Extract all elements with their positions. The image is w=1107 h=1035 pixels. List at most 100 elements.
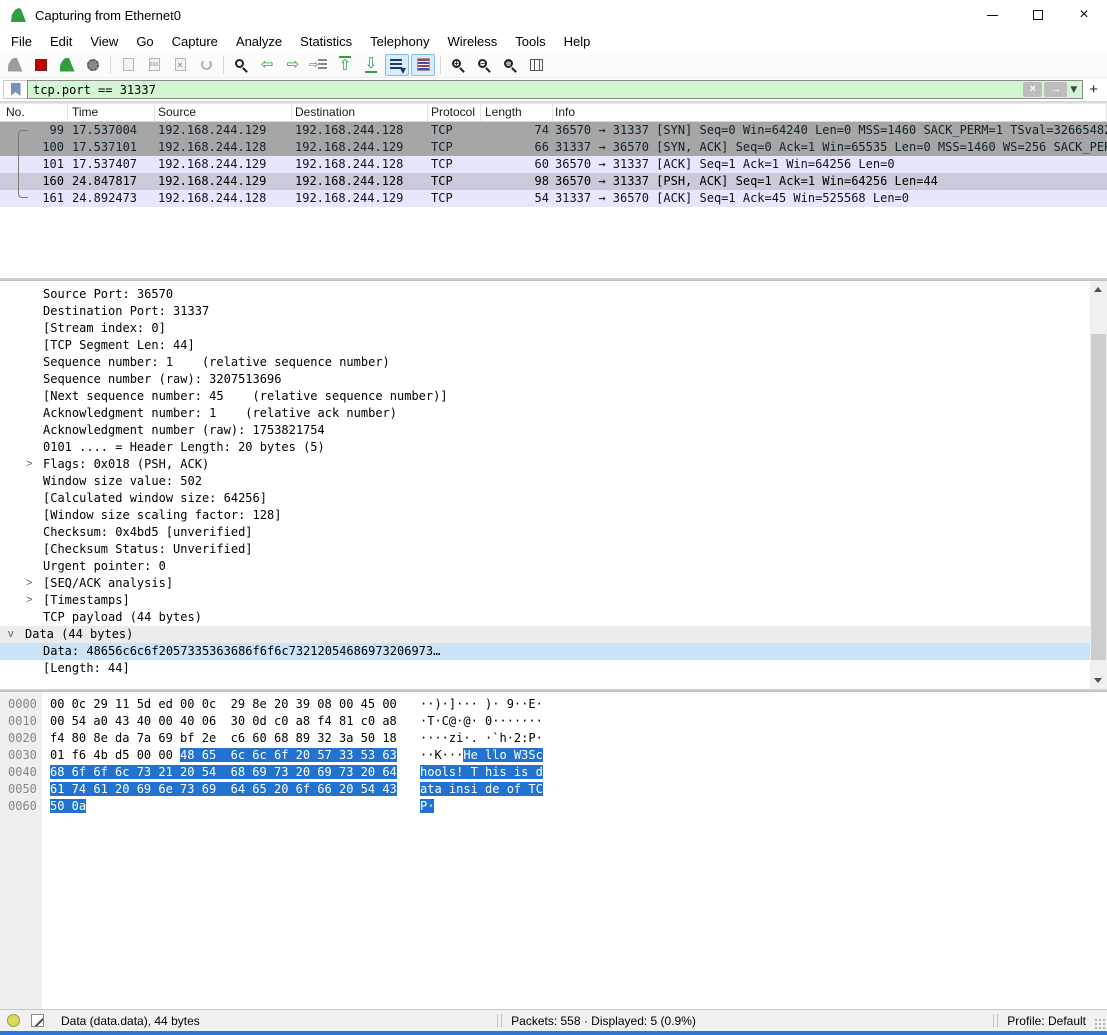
maximize-button[interactable] <box>1015 0 1061 30</box>
detail-line[interactable]: >Flags: 0x018 (PSH, ACK) <box>0 456 1090 473</box>
status-profile[interactable]: Profile: Default <box>1007 1014 1086 1028</box>
detail-line[interactable]: Source Port: 36570 <box>0 286 1090 303</box>
menu-item-telephony[interactable]: Telephony <box>361 34 438 49</box>
hex-bytes: 01 f6 4b d5 00 00 48 65 6c 6c 6f 20 57 3… <box>50 747 397 764</box>
scroll-up-icon[interactable] <box>1094 287 1102 292</box>
collapse-icon[interactable]: v <box>8 626 14 643</box>
menu-item-go[interactable]: Go <box>127 34 162 49</box>
column-header-proto[interactable]: Protocol <box>428 104 481 121</box>
detail-line[interactable]: [Next sequence number: 45 (relative sequ… <box>0 388 1090 405</box>
cell-time: 24.892473 <box>68 190 155 207</box>
detail-line[interactable]: [Checksum Status: Unverified] <box>0 541 1090 558</box>
find-packet-button[interactable] <box>229 54 253 76</box>
detail-line[interactable]: [Stream index: 0] <box>0 320 1090 337</box>
packet-row-161[interactable]: 16124.892473192.168.244.128192.168.244.1… <box>0 190 1107 207</box>
packet-row-99[interactable]: 9917.537004192.168.244.129192.168.244.12… <box>0 122 1107 139</box>
menu-item-view[interactable]: View <box>81 34 127 49</box>
detail-line[interactable]: [TCP Segment Len: 44] <box>0 337 1090 354</box>
packet-row-100[interactable]: 10017.537101192.168.244.128192.168.244.1… <box>0 139 1107 156</box>
hex-row-0040[interactable]: 004068 6f 6f 6c 73 21 20 54 68 69 73 20 … <box>0 764 1107 781</box>
capture-comment-icon[interactable] <box>31 1014 44 1027</box>
detail-line[interactable]: Acknowledgment number (raw): 1753821754 <box>0 422 1090 439</box>
filter-input[interactable] <box>28 81 1023 98</box>
detail-line[interactable]: [Window size scaling factor: 128] <box>0 507 1090 524</box>
hex-row-0020[interactable]: 0020f4 80 8e da 7a 69 bf 2e c6 60 68 89 … <box>0 730 1107 747</box>
detail-line[interactable]: Sequence number: 1 (relative sequence nu… <box>0 354 1090 371</box>
expert-info-icon[interactable] <box>7 1014 20 1027</box>
filter-dropdown-icon[interactable]: ▼ <box>1070 85 1077 95</box>
cell-proto: TCP <box>428 190 481 207</box>
scrollbar-thumb[interactable] <box>1091 334 1106 660</box>
filter-bookmark-button[interactable] <box>3 80 27 99</box>
column-header-info[interactable]: Info <box>553 104 1107 121</box>
menu-item-help[interactable]: Help <box>555 34 600 49</box>
detail-line[interactable]: Acknowledgment number: 1 (relative ack n… <box>0 405 1090 422</box>
colorize-button[interactable] <box>411 54 435 76</box>
arrow-down-icon: ⇩ <box>365 56 378 73</box>
detail-line[interactable]: Urgent pointer: 0 <box>0 558 1090 575</box>
arrow-right-icon: ⇨ <box>287 57 300 72</box>
packet-row-160[interactable]: 16024.847817192.168.244.129192.168.244.1… <box>0 173 1107 190</box>
detail-line[interactable]: 0101 .... = Header Length: 20 bytes (5) <box>0 439 1090 456</box>
wireshark-logo-icon <box>11 8 26 22</box>
detail-line[interactable]: [Calculated window size: 64256] <box>0 490 1090 507</box>
detail-line[interactable]: TCP payload (44 bytes) <box>0 609 1090 626</box>
column-header-time[interactable]: Time <box>68 104 155 121</box>
menu-item-edit[interactable]: Edit <box>41 34 81 49</box>
go-forward-button[interactable]: ⇨ <box>281 54 305 76</box>
detail-line[interactable]: [Length: 44] <box>0 660 1090 677</box>
hex-row-0010[interactable]: 001000 54 a0 43 40 00 40 06 30 0d c0 a8 … <box>0 713 1107 730</box>
scroll-down-icon[interactable] <box>1094 678 1102 683</box>
menu-item-statistics[interactable]: Statistics <box>291 34 361 49</box>
detail-line[interactable]: >[SEQ/ACK analysis] <box>0 575 1090 592</box>
hex-row-0050[interactable]: 005061 74 61 20 69 6e 73 69 64 65 20 6f … <box>0 781 1107 798</box>
zoom-in-button[interactable]: + <box>446 54 470 76</box>
menu-item-tools[interactable]: Tools <box>506 34 554 49</box>
auto-scroll-button[interactable]: ▼ <box>385 54 409 76</box>
detail-line[interactable]: Window size value: 502 <box>0 473 1090 490</box>
expand-icon[interactable]: > <box>26 592 32 609</box>
resize-grip[interactable] <box>1094 1018 1105 1029</box>
restart-capture-button[interactable] <box>55 54 79 76</box>
go-last-button[interactable]: ⇩ <box>359 54 383 76</box>
expand-icon[interactable]: > <box>26 575 32 592</box>
zoom-reset-button[interactable]: = <box>498 54 522 76</box>
zoom-out-button[interactable]: − <box>472 54 496 76</box>
resize-columns-button[interactable] <box>524 54 548 76</box>
capture-options-button[interactable] <box>81 54 105 76</box>
hex-row-0060[interactable]: 006050 0aP· <box>0 798 1107 815</box>
cell-info: 31337 → 36570 [ACK] Seq=1 Ack=45 Win=525… <box>553 190 1107 207</box>
hex-row-0030[interactable]: 003001 f6 4b d5 00 00 48 65 6c 6c 6f 20 … <box>0 747 1107 764</box>
column-header-dst[interactable]: Destination <box>292 104 428 121</box>
hex-offset: 0040 <box>8 764 37 781</box>
status-bar: Data (data.data), 44 bytes Packets: 558 … <box>0 1009 1107 1031</box>
go-first-button[interactable]: ⇧ <box>333 54 357 76</box>
close-button[interactable]: × <box>1061 0 1107 30</box>
go-to-packet-button[interactable]: ⇨ <box>307 54 331 76</box>
details-scrollbar[interactable] <box>1090 281 1107 689</box>
go-back-button[interactable]: ⇦ <box>255 54 279 76</box>
column-header-len[interactable]: Length <box>481 104 553 121</box>
minimize-button[interactable] <box>969 0 1015 30</box>
add-filter-button[interactable]: + <box>1089 81 1098 98</box>
close-icon: × <box>1079 7 1088 23</box>
hex-row-0000[interactable]: 000000 0c 29 11 5d ed 00 0c 29 8e 20 39 … <box>0 696 1107 713</box>
menu-item-wireless[interactable]: Wireless <box>438 34 506 49</box>
expand-icon[interactable]: > <box>26 456 32 473</box>
column-header-src[interactable]: Source <box>155 104 292 121</box>
detail-line[interactable]: >[Timestamps] <box>0 592 1090 609</box>
menu-item-capture[interactable]: Capture <box>163 34 227 49</box>
detail-line[interactable]: Destination Port: 31337 <box>0 303 1090 320</box>
stop-capture-button[interactable] <box>29 54 53 76</box>
menu-item-analyze[interactable]: Analyze <box>227 34 291 49</box>
column-header-no[interactable]: No. <box>0 104 68 121</box>
menu-item-file[interactable]: File <box>2 34 41 49</box>
detail-line[interactable]: Checksum: 0x4bd5 [unverified] <box>0 524 1090 541</box>
detail-line[interactable]: Sequence number (raw): 3207513696 <box>0 371 1090 388</box>
packet-row-101[interactable]: 10117.537407192.168.244.129192.168.244.1… <box>0 156 1107 173</box>
detail-line[interactable]: Data: 48656c6c6f2057335363686f6f6c732120… <box>0 643 1090 660</box>
apply-filter-button[interactable]: → <box>1044 82 1067 97</box>
clear-filter-button[interactable]: × <box>1023 82 1042 97</box>
detail-line[interactable]: vData (44 bytes) <box>0 626 1090 643</box>
hex-offset: 0020 <box>8 730 37 747</box>
